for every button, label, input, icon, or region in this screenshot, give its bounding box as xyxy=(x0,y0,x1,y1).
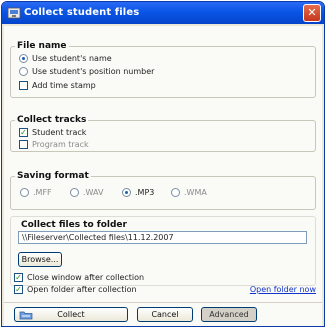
radio-label: .MP3 xyxy=(135,188,155,197)
checkbox[interactable]: ✓ xyxy=(19,128,28,137)
file-name-legend: File name xyxy=(15,41,69,51)
title-bar[interactable]: Collect student files ✕ xyxy=(2,2,324,24)
cancel-button[interactable]: Cancel xyxy=(137,307,193,322)
checkbox-student-track[interactable]: ✓ Student track xyxy=(19,127,86,138)
checkbox-program-track[interactable]: Program track xyxy=(19,139,89,150)
checkbox-label: Open folder after collection xyxy=(27,285,137,294)
collect-folder-legend: Collect files to folder xyxy=(19,220,129,230)
collect-student-files-dialog: Collect student files ✕ File name Use st… xyxy=(1,1,325,327)
radio-button[interactable] xyxy=(171,188,180,197)
checkbox-label: Program track xyxy=(32,140,89,149)
checkbox[interactable] xyxy=(19,140,28,149)
radio-use-student-name[interactable]: Use student's name xyxy=(19,53,112,64)
radio-label: .WMA xyxy=(184,188,207,197)
checkbox-close-after-collection[interactable]: ✓ Close window after collection xyxy=(14,272,144,283)
close-icon[interactable]: ✕ xyxy=(303,4,321,22)
collect-button[interactable]: Collect xyxy=(14,307,128,322)
radio-format-wav[interactable]: .WAV xyxy=(70,188,103,197)
collect-icon xyxy=(19,311,33,320)
radio-label: Use student's position number xyxy=(32,67,155,76)
radio-label: .WAV xyxy=(83,188,104,197)
radio-label: Use student's name xyxy=(32,54,112,63)
checkbox[interactable] xyxy=(19,81,28,90)
radio-format-mff[interactable]: .MFF xyxy=(20,188,52,197)
dialog-body: File name Use student's name Use student… xyxy=(4,26,322,326)
browse-button[interactable]: Browse... xyxy=(18,252,62,267)
saving-format-legend: Saving format xyxy=(15,171,91,181)
checkbox-open-after-collection[interactable]: ✓ Open folder after collection xyxy=(14,284,137,295)
app-icon xyxy=(7,7,21,19)
saving-format-group: Saving format .MFF .WAV .MP3 .WMA xyxy=(10,171,316,210)
collect-button-label: Collect xyxy=(57,310,85,319)
radio-button[interactable] xyxy=(20,188,29,197)
radio-button[interactable] xyxy=(19,54,28,63)
open-folder-now-link[interactable]: Open folder now xyxy=(250,285,316,294)
checkbox-add-time-stamp[interactable]: Add time stamp xyxy=(19,80,96,91)
divider xyxy=(4,302,322,303)
checkbox-label: Add time stamp xyxy=(32,81,96,90)
radio-format-wma[interactable]: .WMA xyxy=(171,188,207,197)
radio-button[interactable] xyxy=(19,67,28,76)
checkbox-label: Close window after collection xyxy=(27,273,145,282)
radio-button[interactable] xyxy=(70,188,79,197)
checkbox[interactable]: ✓ xyxy=(14,273,23,282)
checkbox-label: Student track xyxy=(32,128,87,137)
radio-label: .MFF xyxy=(33,188,52,197)
collect-tracks-legend: Collect tracks xyxy=(15,115,89,125)
window-title: Collect student files xyxy=(24,7,140,18)
radio-button[interactable] xyxy=(122,188,131,197)
radio-format-mp3[interactable]: .MP3 xyxy=(122,188,154,197)
file-name-group: File name Use student's name Use student… xyxy=(10,41,316,98)
checkbox[interactable]: ✓ xyxy=(14,285,23,294)
radio-use-position-number[interactable]: Use student's position number xyxy=(19,66,154,77)
advanced-button[interactable]: Advanced xyxy=(201,307,257,322)
folder-path-input[interactable]: \\Fileserver\Collected files\11.12.2007 xyxy=(18,231,307,244)
collect-tracks-group: Collect tracks ✓ Student track Program t… xyxy=(10,115,316,152)
